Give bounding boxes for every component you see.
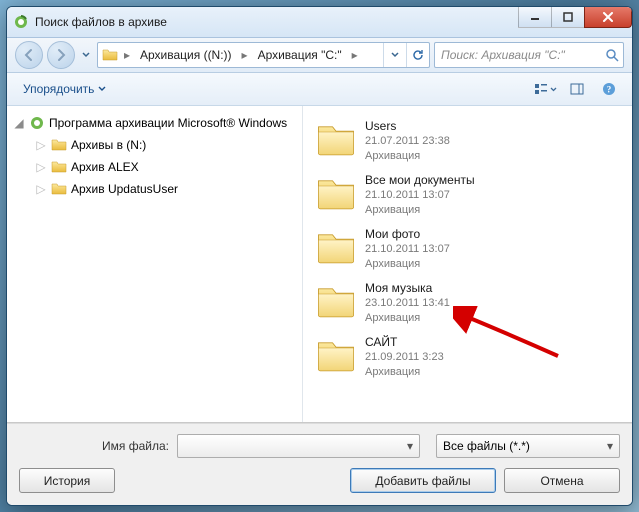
- forward-button[interactable]: [47, 41, 75, 69]
- nav-row: ▸ Архивация ((N:)) ▸ Архивация "C:" ▸: [7, 38, 632, 73]
- folder-icon: [51, 137, 67, 153]
- tree-root-label: Программа архивации Microsoft® Windows: [49, 116, 287, 130]
- dialog-window: Поиск файлов в архиве ▸ Архивация ((N:))…: [6, 6, 633, 506]
- help-button[interactable]: ?: [594, 78, 624, 100]
- chevron-right-icon[interactable]: ▸: [120, 48, 134, 62]
- panel-icon: [570, 83, 584, 95]
- chevron-down-icon: [98, 86, 106, 92]
- chevron-right-icon[interactable]: ▸: [348, 48, 362, 62]
- tree-root[interactable]: ◢ Программа архивации Microsoft® Windows: [7, 112, 302, 134]
- item-date: 21.10.2011 13:07: [365, 188, 475, 203]
- cancel-button[interactable]: Отмена: [504, 468, 620, 493]
- refresh-icon: [412, 49, 424, 61]
- arrow-left-icon: [22, 48, 36, 62]
- maximize-button[interactable]: [551, 7, 585, 28]
- item-name: Все мои документы: [365, 172, 475, 188]
- organize-menu[interactable]: Упорядочить: [15, 79, 114, 99]
- organize-label: Упорядочить: [23, 82, 94, 96]
- dialog-footer: Имя файла: ▾ Все файлы (*.*) ▾ История Д…: [7, 423, 632, 505]
- refresh-button[interactable]: [406, 43, 429, 67]
- nav-tree[interactable]: ◢ Программа архивации Microsoft® Windows…: [7, 106, 303, 422]
- tree-item-label: Архив UpdatusUser: [71, 182, 178, 196]
- folder-icon: [315, 334, 357, 376]
- list-item[interactable]: САЙТ 21.09.2011 3:23 Архивация: [307, 330, 628, 384]
- list-item[interactable]: Все мои документы 21.10.2011 13:07 Архив…: [307, 168, 628, 222]
- tree-item[interactable]: ▷ Архив UpdatusUser: [7, 178, 302, 200]
- arrow-right-icon: [54, 48, 68, 62]
- chevron-down-icon: ▾: [607, 439, 613, 453]
- tree-item[interactable]: ▷ Архивы в (N:): [7, 134, 302, 156]
- item-date: 21.10.2011 13:07: [365, 242, 450, 257]
- history-button[interactable]: История: [19, 468, 115, 493]
- view-options[interactable]: [530, 78, 560, 100]
- expand-icon[interactable]: ▷: [35, 160, 47, 174]
- tree-item-label: Архив ALEX: [71, 160, 139, 174]
- chevron-down-icon: [550, 87, 557, 92]
- search-icon: [605, 48, 619, 62]
- expand-icon[interactable]: ▷: [35, 182, 47, 196]
- address-bar[interactable]: ▸ Архивация ((N:)) ▸ Архивация "C:" ▸: [97, 42, 430, 68]
- file-list[interactable]: Users 21.07.2011 23:38 Архивация Все мои…: [303, 106, 632, 422]
- list-item[interactable]: Мои фото 21.10.2011 13:07 Архивация: [307, 222, 628, 276]
- chevron-down-icon: ▾: [407, 439, 413, 453]
- filename-combo[interactable]: ▾: [177, 434, 420, 458]
- list-item[interactable]: Моя музыка 23.10.2011 13:41 Архивация: [307, 276, 628, 330]
- breadcrumb-label: Архивация ((N:)): [140, 48, 232, 62]
- folder-icon: [51, 159, 67, 175]
- folder-icon: [315, 172, 357, 214]
- collapse-icon[interactable]: ◢: [13, 116, 25, 130]
- search-input[interactable]: [439, 47, 601, 63]
- item-type: Архивация: [365, 149, 450, 164]
- item-type: Архивация: [365, 311, 450, 326]
- preview-pane-toggle[interactable]: [562, 78, 592, 100]
- folder-icon: [315, 226, 357, 268]
- expand-icon[interactable]: ▷: [35, 138, 47, 152]
- view-icon: [534, 83, 548, 95]
- item-name: Users: [365, 118, 450, 134]
- filetype-combo[interactable]: Все файлы (*.*) ▾: [436, 434, 620, 458]
- content-area: ◢ Программа архивации Microsoft® Windows…: [7, 106, 632, 423]
- chevron-down-icon: [82, 52, 90, 58]
- tree-item[interactable]: ▷ Архив ALEX: [7, 156, 302, 178]
- item-date: 21.07.2011 23:38: [365, 134, 450, 149]
- close-button[interactable]: [584, 7, 632, 28]
- item-name: Мои фото: [365, 226, 450, 242]
- folder-icon: [102, 47, 118, 63]
- address-dropdown[interactable]: [383, 43, 406, 67]
- item-type: Архивация: [365, 257, 450, 272]
- svg-text:?: ?: [607, 85, 612, 95]
- item-name: Моя музыка: [365, 280, 450, 296]
- tree-item-label: Архивы в (N:): [71, 138, 146, 152]
- breadcrumb-seg-1[interactable]: Архивация "C:": [252, 43, 348, 67]
- folder-icon: [315, 118, 357, 160]
- history-dropdown[interactable]: [79, 44, 93, 66]
- help-icon: ?: [602, 82, 616, 96]
- backup-program-icon: [29, 115, 45, 131]
- chevron-right-icon[interactable]: ▸: [238, 48, 252, 62]
- filename-label: Имя файла:: [19, 439, 169, 453]
- item-date: 21.09.2011 3:23: [365, 350, 444, 365]
- item-type: Архивация: [365, 203, 475, 218]
- minimize-button[interactable]: [518, 7, 552, 28]
- item-type: Архивация: [365, 365, 444, 380]
- breadcrumb-label: Архивация "C:": [258, 48, 342, 62]
- breadcrumb-seg-0[interactable]: Архивация ((N:)): [134, 43, 238, 67]
- list-item[interactable]: Users 21.07.2011 23:38 Архивация: [307, 114, 628, 168]
- folder-icon: [51, 181, 67, 197]
- folder-icon: [315, 280, 357, 322]
- add-files-button[interactable]: Добавить файлы: [350, 468, 496, 493]
- titlebar[interactable]: Поиск файлов в архиве: [7, 7, 632, 38]
- filetype-value: Все файлы (*.*): [443, 439, 530, 453]
- back-button[interactable]: [15, 41, 43, 69]
- item-name: САЙТ: [365, 334, 444, 350]
- command-bar: Упорядочить ?: [7, 73, 632, 106]
- item-date: 23.10.2011 13:41: [365, 296, 450, 311]
- app-icon: [13, 14, 29, 30]
- search-box[interactable]: [434, 42, 624, 68]
